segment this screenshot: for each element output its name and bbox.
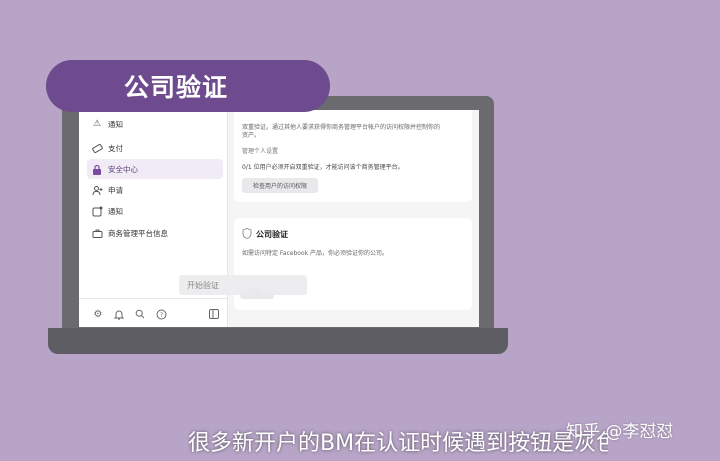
company-verification-description: 如需访问特定 Facebook 产品，你必须验证你的公司。 (242, 250, 389, 257)
sidebar-item-label: 商务管理平台信息 (108, 228, 168, 238)
video-subtitle: 很多新开户的BM在认证时候遇到按钮是灰色 (188, 431, 608, 456)
start-verification-tooltip: 开始验证 (179, 275, 307, 295)
watermark: 知乎 @李怼怼 (566, 422, 674, 442)
overlay-title: 公司验证 (46, 60, 330, 112)
sidebar-item-notifications-top[interactable]: ⚠ 通知 (87, 114, 223, 134)
truncated-icon: ⚠ (92, 119, 102, 129)
help-icon[interactable]: ? (154, 307, 168, 321)
company-verification-card: 公司验证 如需访问特定 Facebook 产品，你必须验证你的公司。 开始... (234, 218, 472, 310)
sidebar-item-payments[interactable]: 支付 (87, 138, 223, 158)
two-factor-card: 双重验证。通过其他人要求获得你商务管理平台帐户的访问权限并控制你的 资产。 管理… (234, 110, 472, 202)
check-user-access-button[interactable]: 检查用户的访问权限 (242, 178, 318, 193)
sidebar-item-requests[interactable]: 申请 (87, 180, 223, 200)
search-icon[interactable] (133, 307, 147, 321)
bell-icon[interactable] (112, 307, 126, 321)
company-verification-title: 公司验证 (256, 230, 288, 239)
laptop-base (48, 328, 508, 354)
shield-icon (242, 228, 252, 239)
two-factor-description-cont: 资产。 (242, 132, 261, 139)
sidebar-item-business-info[interactable]: 商务管理平台信息 (87, 223, 223, 243)
two-factor-status: 0/1 位用户必须开启双重验证，才能访问该个商务管理平台。 (242, 164, 404, 171)
sidebar-item-label: 通知 (108, 206, 123, 216)
sidebar-footer: ⚙ ? (79, 298, 227, 327)
briefcase-icon (91, 227, 103, 239)
lock-icon (91, 163, 103, 175)
notification-icon (91, 205, 103, 217)
sidebar-item-label: 支付 (108, 143, 123, 153)
sidebar-item-security-center[interactable]: 安全中心 (87, 159, 223, 179)
svg-text:?: ? (159, 312, 162, 319)
two-factor-description: 双重验证。通过其他人要求获得你商务管理平台帐户的访问权限并控制你的 (242, 124, 441, 131)
panel-icon[interactable] (207, 307, 221, 321)
sidebar-item-label: 申请 (108, 185, 123, 195)
sidebar-item-label: 安全中心 (108, 164, 138, 174)
gear-icon[interactable]: ⚙ (91, 307, 105, 321)
sidebar-item-label: 通知 (108, 119, 123, 129)
card-icon (91, 142, 103, 154)
manage-settings-link[interactable]: 管理个人设置 (242, 146, 278, 155)
sidebar-item-notifications[interactable]: 通知 (87, 201, 223, 221)
person-add-icon (91, 184, 103, 196)
